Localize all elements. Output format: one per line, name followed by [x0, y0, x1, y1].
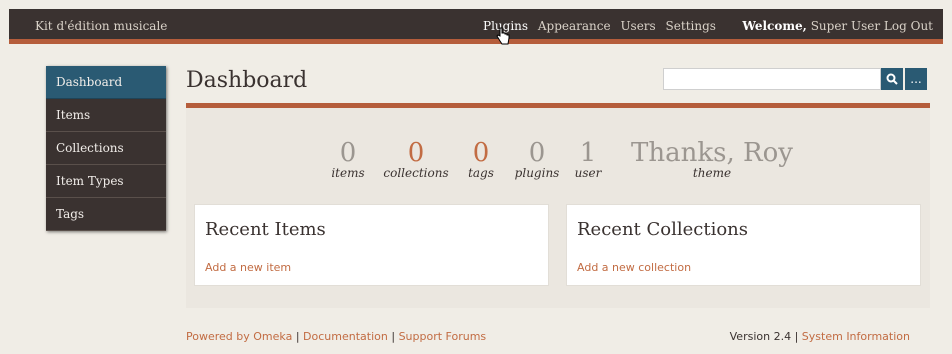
page-title: Dashboard: [186, 68, 308, 93]
stat-label: tags: [468, 166, 494, 180]
stat-users[interactable]: 1 user: [570, 138, 606, 180]
stat-tags[interactable]: 0 tags: [464, 138, 498, 180]
add-item-link[interactable]: Add a new item: [205, 261, 291, 274]
sidebar-item-items[interactable]: Items: [46, 99, 166, 132]
footer-links: Powered by Omeka | Documentation | Suppo…: [186, 330, 486, 343]
sidebar: Dashboard Items Collections Item Types T…: [46, 66, 166, 231]
stat-value: 0: [472, 138, 490, 168]
stat-value: Thanks, Roy: [631, 138, 793, 168]
welcome-label: Welcome,: [742, 19, 807, 33]
sidebar-item-tags[interactable]: Tags: [46, 198, 166, 231]
top-bar: Kit d'édition musicale Plugins Appearanc…: [9, 9, 943, 44]
stat-label: user: [574, 166, 602, 180]
nav-users[interactable]: Users: [620, 19, 655, 33]
separator: |: [794, 330, 799, 343]
hand-cursor-icon: [496, 27, 510, 45]
stat-label: theme: [692, 166, 732, 180]
stat-value: 0: [407, 138, 425, 168]
logout-link[interactable]: Log Out: [884, 19, 933, 33]
card-title: Recent Collections: [577, 219, 748, 240]
user-bar: Welcome, Super User Log Out: [742, 19, 933, 33]
stat-items[interactable]: 0 items: [328, 138, 368, 180]
powered-by-link[interactable]: Powered by Omeka: [186, 330, 292, 343]
stat-label: collections: [383, 166, 449, 180]
nav-settings[interactable]: Settings: [666, 19, 716, 33]
site-title[interactable]: Kit d'édition musicale: [35, 19, 167, 33]
system-information-link[interactable]: System Information: [802, 330, 910, 343]
stat-value: 0: [528, 138, 546, 168]
sidebar-item-item-types[interactable]: Item Types: [46, 165, 166, 198]
stat-value: 1: [579, 138, 597, 168]
stat-theme[interactable]: Thanks, Roy theme: [622, 138, 802, 180]
search-icon: [886, 73, 898, 85]
top-nav: Plugins Appearance Users Settings: [483, 19, 722, 33]
stat-label: items: [331, 166, 365, 180]
sidebar-item-collections[interactable]: Collections: [46, 132, 166, 165]
recent-collections-card: Recent Collections Add a new collection: [566, 204, 921, 286]
separator: |: [295, 330, 300, 343]
stat-label: plugins: [514, 166, 560, 180]
nav-appearance[interactable]: Appearance: [538, 19, 611, 33]
search-input[interactable]: [663, 68, 881, 90]
sidebar-item-dashboard[interactable]: Dashboard: [46, 66, 166, 99]
documentation-link[interactable]: Documentation: [303, 330, 388, 343]
add-collection-link[interactable]: Add a new collection: [577, 261, 691, 274]
dashboard-panel: 0 items 0 collections 0 tags 0 plugins 1…: [186, 108, 930, 308]
stat-collections[interactable]: 0 collections: [376, 138, 456, 180]
recent-items-card: Recent Items Add a new item: [194, 204, 549, 286]
version-text: Version 2.4: [729, 330, 792, 343]
separator: |: [391, 330, 396, 343]
stat-value: 0: [339, 138, 357, 168]
search-button[interactable]: [881, 68, 903, 90]
search-options-button[interactable]: ...: [905, 68, 927, 90]
user-name-link[interactable]: Super User: [811, 19, 880, 33]
stat-plugins[interactable]: 0 plugins: [512, 138, 562, 180]
footer-version: Version 2.4 | System Information: [730, 330, 910, 343]
card-title: Recent Items: [205, 219, 326, 240]
support-forums-link[interactable]: Support Forums: [399, 330, 487, 343]
